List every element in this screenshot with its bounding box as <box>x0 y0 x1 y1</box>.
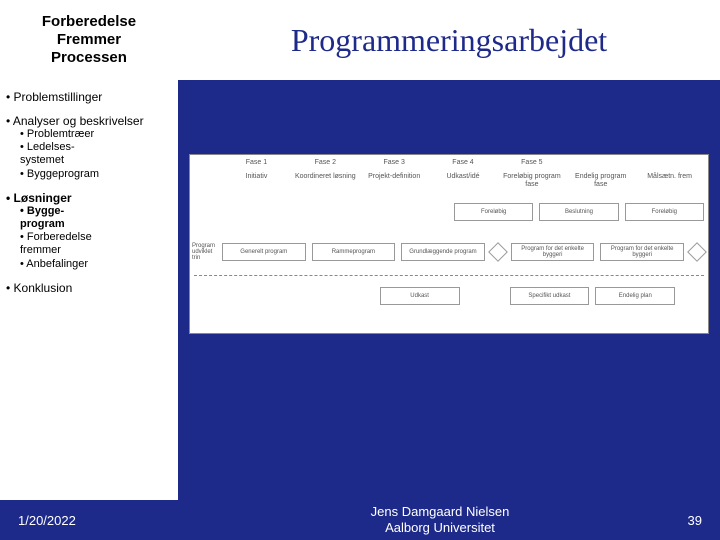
footer: 1/20/2022 Jens Damgaard Nielsen Aalborg … <box>0 500 720 540</box>
sidebar-item-2: • Analyser og beskrivelser • Problemtræe… <box>6 114 172 181</box>
flow-diagram: Fase 1 Fase 2 Fase 3 Fase 4 Fase 5 Initi… <box>189 154 709 334</box>
title-area: Programmeringsarbejdet <box>178 0 720 80</box>
diamond-2 <box>687 242 707 262</box>
content-area: Fase 1 Fase 2 Fase 3 Fase 4 Fase 5 Initi… <box>178 80 720 500</box>
phase-1: Fase 1 <box>222 159 291 166</box>
row-3: Udkast Specifikt udkast Endelig plan <box>222 287 704 305</box>
corner-title: Forberedelse Fremmer Processen <box>0 0 178 80</box>
lbl-4: Udkast/idé <box>429 173 498 188</box>
corner-line-2: Fremmer <box>42 31 136 49</box>
footer-date: 1/20/2022 <box>18 513 218 528</box>
diamond-1 <box>488 242 508 262</box>
sidebar-sub-2-2b: systemet <box>20 154 172 167</box>
phase-2: Fase 2 <box>291 159 360 166</box>
r1-box-1: Foreløbig <box>454 203 533 221</box>
row-1: Foreløbig Beslutning Foreløbig <box>222 203 704 221</box>
phase-5: Fase 5 <box>497 159 566 166</box>
corner-line-3: Processen <box>42 49 136 67</box>
sidebar-item-3-label: • Løsninger <box>6 191 172 205</box>
r2-box-5: Program for det enkelte byggeri <box>600 243 684 261</box>
lbl-5: Foreløbig program fase <box>497 173 566 188</box>
phase-3: Fase 3 <box>360 159 429 166</box>
r3-box-3: Endelig plan <box>595 287 675 305</box>
lbl-7: Målsætn. frem <box>635 173 704 188</box>
sidebar-sub-3-1b: program <box>20 218 172 231</box>
sidebar-item-3-sub: • Bygge- program • Forberedelse fremmer … <box>6 205 172 271</box>
author-line-1: Jens Damgaard Nielsen <box>218 504 662 520</box>
body-row: • Problemstillinger • Analyser og beskri… <box>0 80 720 500</box>
sidebar: • Problemstillinger • Analyser og beskri… <box>0 80 178 500</box>
sidebar-sub-2-3: • Byggeprogram <box>20 168 172 181</box>
corner-line-1: Forberedelse <box>42 13 136 31</box>
phase-6 <box>566 159 635 166</box>
r1-box-2: Beslutning <box>539 203 618 221</box>
sidebar-sub-3-2a: • Forberedelse <box>20 231 172 244</box>
footer-page: 39 <box>662 513 702 528</box>
header-row: Forberedelse Fremmer Processen Programme… <box>0 0 720 80</box>
slide: Forberedelse Fremmer Processen Programme… <box>0 0 720 540</box>
lbl-6: Endelig program fase <box>566 173 635 188</box>
phase-4: Fase 4 <box>429 159 498 166</box>
lbl-3: Projekt-definition <box>360 173 429 188</box>
r2-box-1: Generelt program <box>222 243 306 261</box>
sidebar-item-1: • Problemstillinger <box>6 90 172 104</box>
sidebar-item-4: • Konklusion <box>6 281 172 295</box>
lbl-2: Koordineret løsning <box>291 173 360 188</box>
phase-7 <box>635 159 704 166</box>
r2-box-4: Program for det enkelte byggeri <box>511 243 595 261</box>
row-2: Generelt program Rammeprogram Grundlægge… <box>222 243 704 261</box>
label-row: Initiativ Koordineret løsning Projekt-de… <box>222 173 704 188</box>
sidebar-item-2-label: • Analyser og beskrivelser <box>6 114 172 128</box>
r3-box-2: Specifikt udkast <box>510 287 590 305</box>
r3-box-1: Udkast <box>380 287 460 305</box>
r2-box-3: Grundlæggende program <box>401 243 485 261</box>
sidebar-sub-3-1a: • Bygge- <box>20 205 172 218</box>
sidebar-sub-2-1: • Problemtræer <box>20 128 172 141</box>
sidebar-item-2-sub: • Problemtræer • Ledelses- systemet • By… <box>6 128 172 181</box>
side-label-1: Program udviklet trin <box>192 243 220 261</box>
phase-header-row: Fase 1 Fase 2 Fase 3 Fase 4 Fase 5 <box>222 159 704 166</box>
author-line-2: Aalborg Universitet <box>218 520 662 536</box>
sidebar-sub-2-2a: • Ledelses- <box>20 141 172 154</box>
sidebar-item-3: • Løsninger • Bygge- program • Forberede… <box>6 191 172 271</box>
sidebar-sub-3-3: • Anbefalinger <box>20 258 172 271</box>
sidebar-sub-3-2b: fremmer <box>20 244 172 257</box>
dashed-divider <box>194 275 704 276</box>
page-title: Programmeringsarbejdet <box>291 22 607 59</box>
lbl-1: Initiativ <box>222 173 291 188</box>
r2-box-2: Rammeprogram <box>312 243 396 261</box>
footer-author: Jens Damgaard Nielsen Aalborg Universite… <box>218 504 662 535</box>
r1-box-3: Foreløbig <box>625 203 704 221</box>
